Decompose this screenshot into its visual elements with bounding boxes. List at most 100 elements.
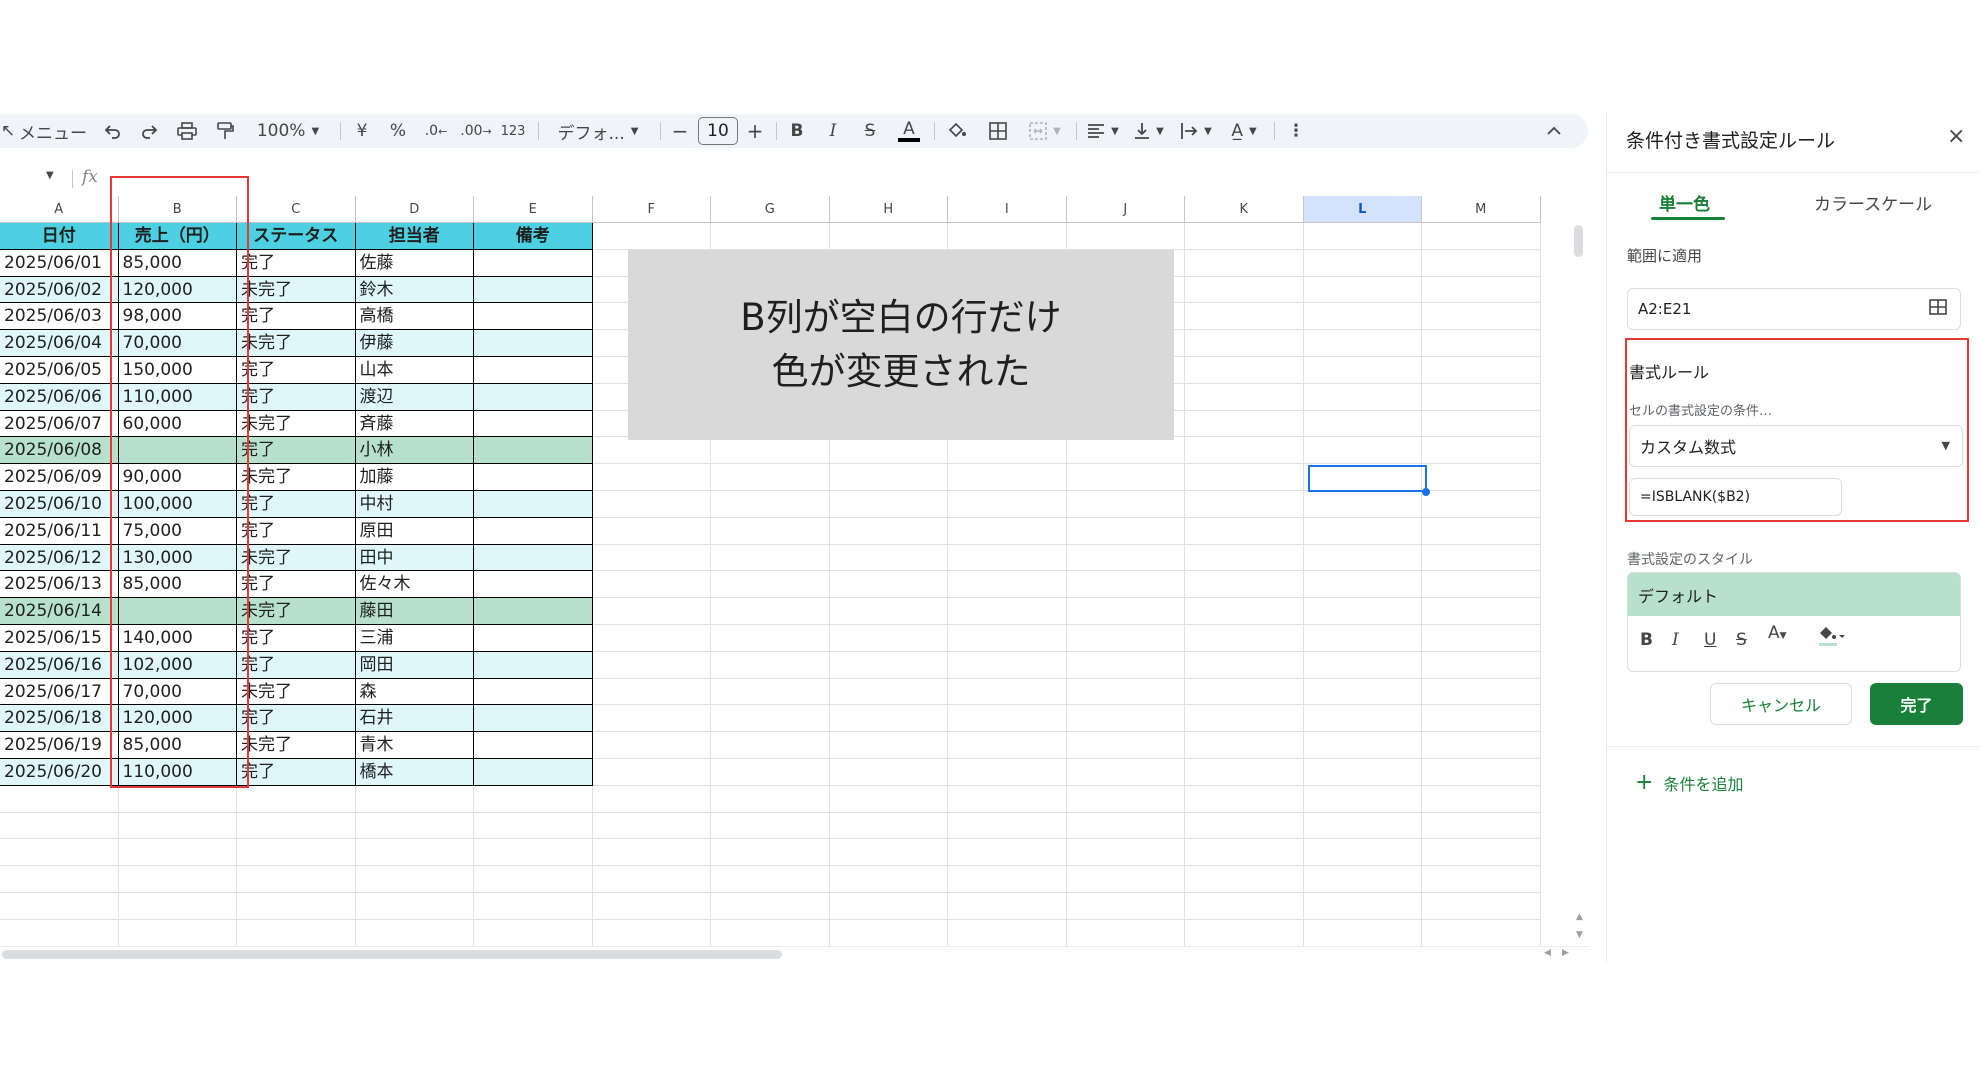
grid-cell[interactable] [829,437,948,465]
table-cell[interactable]: 130,000 [118,544,237,572]
grid-cell[interactable] [1303,330,1422,357]
table-cell[interactable]: 2025/06/14 [0,598,119,625]
grid-cell[interactable] [1303,491,1422,518]
table-cell[interactable]: 2025/06/15 [0,625,119,652]
grid-cell[interactable] [0,785,119,813]
column-header-d[interactable]: D [355,196,474,223]
style-fill-color-button[interactable] [1818,625,1846,652]
grid-cell[interactable] [1303,571,1422,599]
column-header-a[interactable]: A [0,196,119,223]
grid-cell[interactable] [592,893,711,920]
grid-cell[interactable] [0,893,119,920]
grid-cell[interactable] [1185,571,1304,599]
table-cell[interactable]: 岡田 [355,651,474,679]
grid-cell[interactable] [948,839,1067,867]
column-header-g[interactable]: G [711,196,830,223]
grid-cell[interactable] [1303,223,1422,250]
grid-cell[interactable] [1066,759,1185,786]
table-cell[interactable]: 70,000 [118,678,237,706]
table-cell[interactable]: 2025/06/12 [0,544,119,572]
grid-cell[interactable] [1422,759,1541,786]
column-header-k[interactable]: K [1185,196,1304,223]
text-color-button[interactable]: A [896,114,922,148]
table-cell[interactable]: 60,000 [118,410,237,438]
merge-cells-icon[interactable]: ▼ [1024,114,1066,148]
table-cell[interactable]: 未完了 [237,410,356,438]
table-cell[interactable]: 未完了 [237,598,356,625]
grid-cell[interactable] [1422,410,1541,438]
scroll-up-icon[interactable]: ▲ [1576,912,1583,922]
table-cell[interactable] [118,437,237,465]
print-icon[interactable] [174,114,200,148]
grid-cell[interactable] [1185,303,1304,331]
grid-cell[interactable] [711,678,830,706]
grid-cell[interactable] [474,812,593,840]
grid-cell[interactable] [1066,919,1185,947]
grid-cell[interactable] [829,544,948,572]
grid-cell[interactable] [592,437,711,465]
column-header-b[interactable]: B [118,196,237,223]
grid-cell[interactable] [948,732,1067,759]
name-box-chevron-icon[interactable]: ▼ [46,170,54,181]
grid-cell[interactable] [948,571,1067,599]
grid-cell[interactable] [1303,598,1422,625]
font-size-decrease-button[interactable]: − [668,114,692,148]
grid-cell[interactable] [1422,571,1541,599]
grid-cell[interactable] [592,517,711,545]
selected-cell[interactable] [1308,465,1427,492]
strikethrough-button[interactable]: S [858,114,882,148]
grid-cell[interactable] [829,732,948,759]
grid-cell[interactable] [1422,678,1541,706]
table-cell[interactable]: 2025/06/01 [0,249,119,277]
scroll-left-icon[interactable]: ◀ [1544,948,1551,958]
percent-button[interactable]: % [386,114,410,148]
grid-cell[interactable] [592,759,711,786]
grid-cell[interactable] [948,812,1067,840]
grid-cell[interactable] [1185,276,1304,304]
grid-cell[interactable] [711,491,830,518]
table-cell[interactable]: 110,000 [118,383,237,411]
grid-cell[interactable] [1066,571,1185,599]
grid-select-icon[interactable] [1929,299,1947,319]
table-header-cell[interactable]: 売上（円） [118,223,237,250]
table-cell[interactable] [474,437,593,465]
grid-cell[interactable] [118,866,237,893]
grid-cell[interactable] [711,651,830,679]
grid-cell[interactable] [1185,759,1304,786]
grid-cell[interactable] [1303,410,1422,438]
font-select[interactable]: デフォ... ▼ [548,114,648,148]
grid-cell[interactable] [592,812,711,840]
grid-cell[interactable] [474,785,593,813]
grid-cell[interactable] [1066,437,1185,465]
table-cell[interactable]: 85,000 [118,732,237,759]
table-cell[interactable]: 石井 [355,705,474,733]
grid-cell[interactable] [1185,437,1304,465]
grid-cell[interactable] [1066,598,1185,625]
grid-cell[interactable] [1066,491,1185,518]
grid-cell[interactable] [1422,544,1541,572]
grid-cell[interactable] [1422,785,1541,813]
table-cell[interactable] [474,383,593,411]
grid-cell[interactable] [711,705,830,733]
grid-cell[interactable] [1185,812,1304,840]
grid-cell[interactable] [1066,732,1185,759]
grid-cell[interactable] [1303,893,1422,920]
tab-single-color[interactable]: 単一色 [1659,190,1710,215]
grid-cell[interactable] [1185,357,1304,384]
grid-cell[interactable] [1303,249,1422,277]
grid-cell[interactable] [355,866,474,893]
more-options-button[interactable]: ⋮ [1284,114,1308,148]
grid-cell[interactable] [118,839,237,867]
table-cell[interactable]: 完了 [237,517,356,545]
grid-cell[interactable] [1422,705,1541,733]
table-cell[interactable]: 2025/06/05 [0,357,119,384]
grid-cell[interactable] [1422,276,1541,304]
grid-cell[interactable] [1066,705,1185,733]
grid-cell[interactable] [948,759,1067,786]
table-cell[interactable]: 2025/06/19 [0,732,119,759]
table-cell[interactable] [474,678,593,706]
table-cell[interactable]: 2025/06/02 [0,276,119,304]
table-cell[interactable] [474,732,593,759]
grid-cell[interactable] [592,464,711,491]
style-strikethrough-button[interactable]: S [1736,630,1747,650]
